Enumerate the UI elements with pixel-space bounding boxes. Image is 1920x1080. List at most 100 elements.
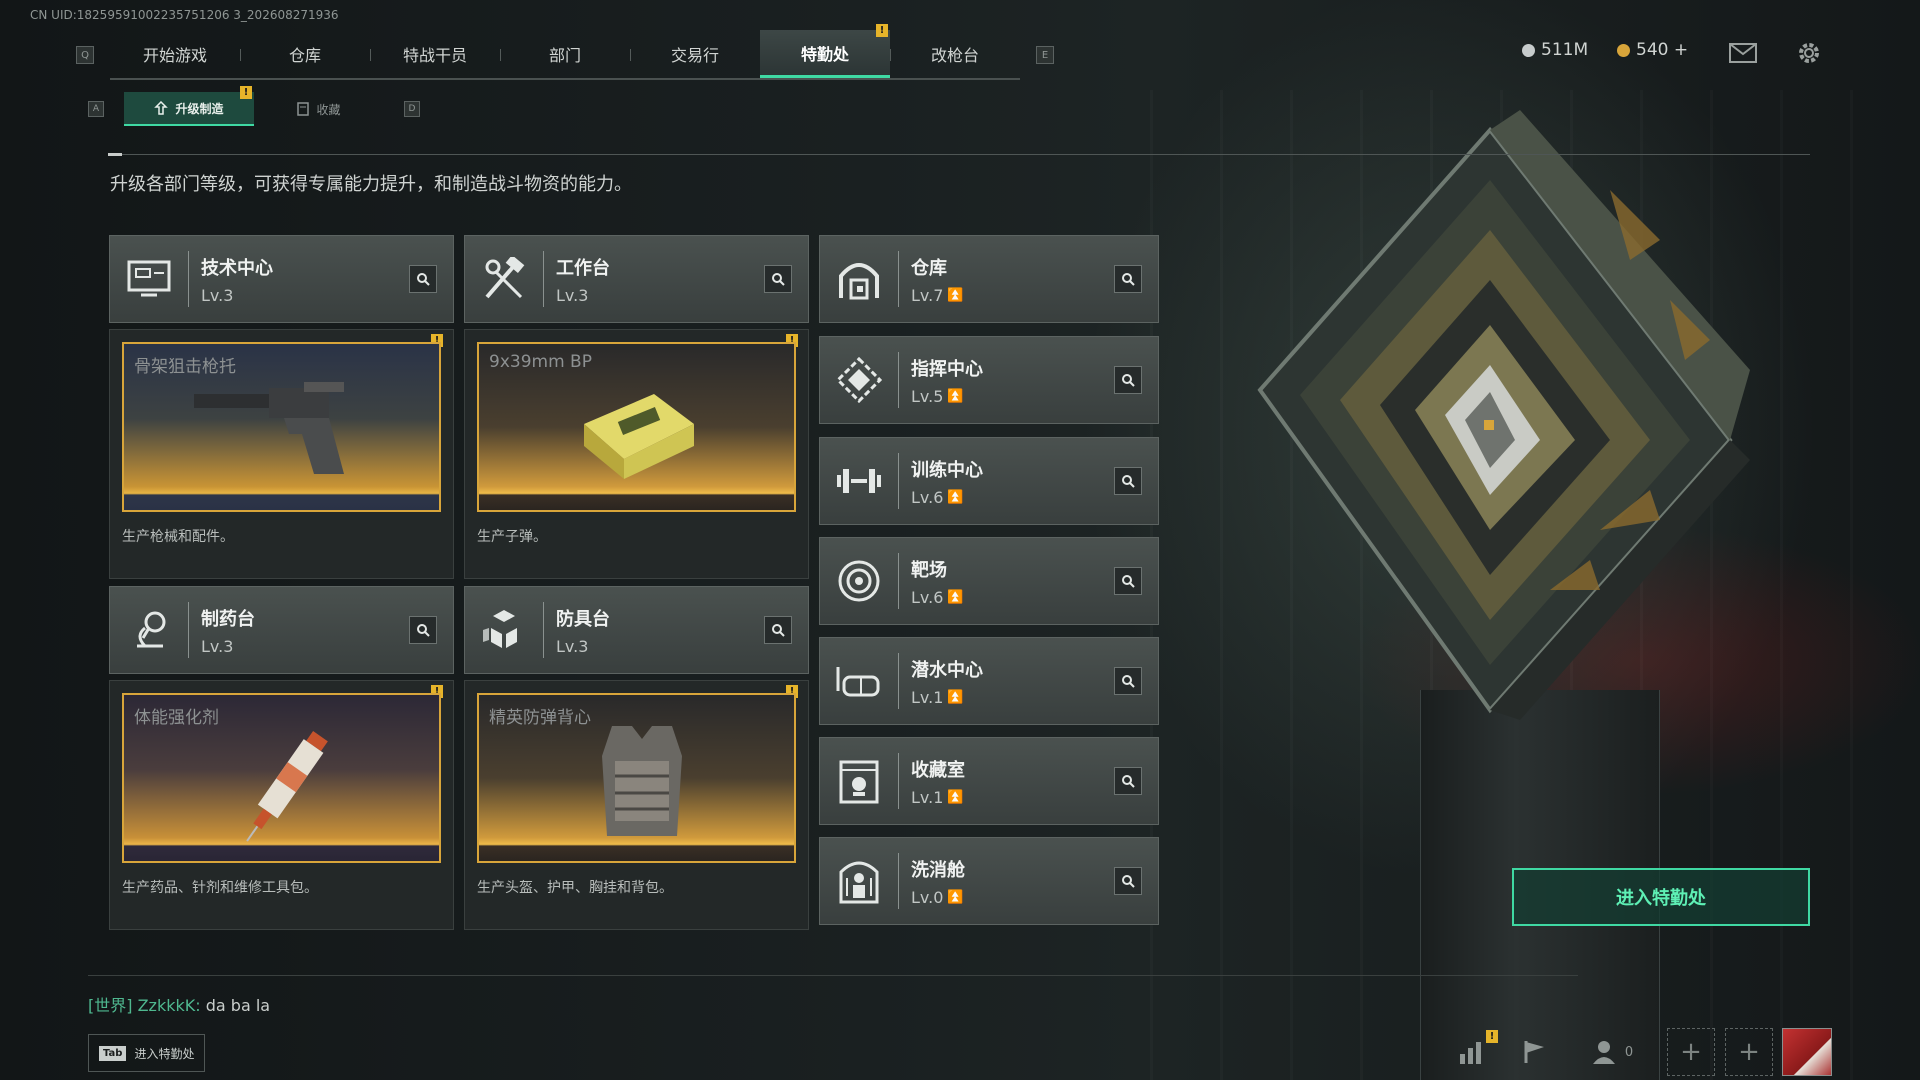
product-slot[interactable]: 精英防弹背心	[477, 693, 796, 863]
pharmacy-icon	[110, 586, 188, 674]
search-icon[interactable]	[1114, 366, 1142, 394]
facility-card-tech-center: 技术中心 Lv.3 ! 骨架狙击枪托 生产枪械和配件。	[109, 235, 454, 579]
facility-production[interactable]: ! 体能强化剂 生产药品、针剂和维修工具包。	[109, 680, 454, 930]
settings-gear-icon[interactable]	[1794, 40, 1824, 66]
upgrade-arrow-icon: ⏫	[947, 689, 964, 705]
search-icon[interactable]	[1114, 667, 1142, 695]
facility-card-command-center[interactable]: 指挥中心 Lv.5 ⏫	[819, 336, 1159, 424]
facility-card-diving-center[interactable]: 潜水中心 Lv.1 ⏫	[819, 637, 1159, 725]
facility-card-pharmacy: 制药台 Lv.3 ! 体能强化剂 生产药品、针剂和维修工具包。	[109, 586, 454, 930]
product-slot[interactable]: 骨架狙击枪托	[122, 342, 441, 512]
facility-card-decon-chamber[interactable]: 洗消舱 Lv.0 ⏫	[819, 837, 1159, 925]
facility-name: 制药台	[201, 608, 255, 630]
rifle-stock-icon	[194, 382, 344, 474]
facility-name: 靶场	[911, 559, 947, 581]
facility-name: 仓库	[911, 257, 947, 279]
facility-level: Lv.6	[911, 487, 944, 507]
search-icon[interactable]	[1114, 567, 1142, 595]
facility-name: 指挥中心	[911, 358, 983, 380]
player-avatar[interactable]	[1782, 1028, 1832, 1076]
armor-bench-icon	[465, 586, 543, 674]
subtab-upgrade-craft-label: 升级制造	[175, 101, 224, 116]
search-icon[interactable]	[1114, 867, 1142, 895]
subnav-next-key[interactable]: D	[404, 101, 420, 117]
facility-production[interactable]: ! 骨架狙击枪托 生产枪械和配件。	[109, 329, 454, 579]
facility-level: Lv.3	[556, 285, 589, 305]
search-icon[interactable]	[1114, 767, 1142, 795]
product-slot[interactable]: 9x39mm BP	[477, 342, 796, 512]
facility-name: 收藏室	[911, 759, 965, 781]
facility-level: Lv.1	[911, 687, 944, 707]
gold-currency[interactable]: 540 +	[1617, 40, 1688, 60]
player-uid: CN UID:18259591002235751206 3_2026082719…	[30, 8, 339, 22]
tab-departments[interactable]: 部门	[500, 30, 630, 78]
facility-card-workbench: 工作台 Lv.3 ! 9x39mm BP 生产子弹。	[464, 235, 809, 579]
facility-card-collection-room[interactable]: 收藏室 Lv.1 ⏫	[819, 737, 1159, 825]
tab-key: Tab	[99, 1045, 127, 1061]
subtab-upgrade-craft[interactable]: 升级制造 !	[124, 86, 254, 126]
silver-coin-icon	[1522, 43, 1535, 57]
facility-card-training-center[interactable]: 训练中心 Lv.6 ⏫	[819, 437, 1159, 525]
facility-header[interactable]: 技术中心 Lv.3	[109, 235, 454, 323]
facility-level: Lv.5	[911, 386, 944, 406]
tab-start-game[interactable]: 开始游戏	[110, 30, 240, 78]
search-icon[interactable]	[1114, 467, 1142, 495]
facility-card-warehouse[interactable]: 仓库 Lv.7 ⏫	[819, 235, 1159, 323]
divider-line	[108, 154, 1810, 155]
tab-special-ops[interactable]: 特勤处 !	[760, 24, 890, 78]
chat-line[interactable]: [世界] ZzkkkK: da ba la	[88, 992, 270, 1016]
facility-header[interactable]: 防具台 Lv.3	[464, 586, 809, 674]
add-team-slot-button[interactable]: +	[1667, 1028, 1715, 1076]
product-description: 生产头盔、护甲、胸挂和背包。	[477, 880, 673, 896]
search-icon[interactable]	[409, 616, 437, 644]
facility-name: 技术中心	[201, 257, 273, 279]
friends-icon	[1592, 1041, 1615, 1064]
facility-name: 训练中心	[911, 459, 983, 481]
search-icon[interactable]	[1114, 265, 1142, 293]
nav-prev-key[interactable]: Q	[76, 46, 94, 64]
search-icon[interactable]	[409, 265, 437, 293]
friends-button[interactable]: 0	[1588, 1030, 1638, 1074]
sub-nav: A 升级制造 ! 收藏 D	[88, 86, 420, 126]
facility-level: Lv.3	[201, 285, 234, 305]
facility-production[interactable]: ! 精英防弹背心 生产头盔、护甲、胸挂和背包。	[464, 680, 809, 930]
upgrade-arrow-icon: ⏫	[947, 589, 964, 605]
search-icon[interactable]	[764, 265, 792, 293]
subtab-collection[interactable]: 收藏	[254, 92, 384, 126]
facility-header[interactable]: 制药台 Lv.3	[109, 586, 454, 674]
tab-gunsmith[interactable]: 改枪台	[890, 30, 1020, 78]
tab-shortcut-hint[interactable]: Tab 进入特勤处	[88, 1034, 206, 1072]
shooting-range-icon	[820, 537, 898, 625]
chat-message: da ba la	[205, 996, 271, 1015]
facility-level: Lv.6	[911, 587, 944, 607]
product-slot[interactable]: 体能强化剂	[122, 693, 441, 863]
flag-icon[interactable]	[1514, 1030, 1554, 1074]
facility-header[interactable]: 工作台 Lv.3	[464, 235, 809, 323]
friends-count: 0	[1624, 1044, 1634, 1060]
chat-channel: [世界]	[88, 996, 133, 1015]
search-icon[interactable]	[764, 616, 792, 644]
main-nav: Q 开始游戏 仓库 特战干员 部门 交易行 特勤处 ! 改枪台 E	[76, 24, 1054, 80]
tab-warehouse[interactable]: 仓库	[240, 30, 370, 78]
enter-special-ops-button[interactable]: 进入特勤处	[1512, 868, 1810, 926]
tab-trade[interactable]: 交易行	[630, 30, 760, 78]
facility-level: Lv.1	[911, 787, 944, 807]
mail-icon[interactable]	[1728, 40, 1758, 66]
upgrade-arrow-icon: ⏫	[947, 287, 964, 303]
collection-icon	[297, 102, 310, 116]
facility-level: Lv.7	[911, 285, 944, 305]
tab-hint-label: 进入特勤处	[134, 1046, 195, 1061]
add-team-slot-button[interactable]: +	[1725, 1028, 1773, 1076]
product-name: 体能强化剂	[134, 708, 219, 728]
product-name: 精英防弹背心	[489, 708, 591, 728]
nav-next-key[interactable]: E	[1036, 46, 1054, 64]
tab-operators[interactable]: 特战干员	[370, 30, 500, 78]
upgrade-icon	[154, 101, 169, 115]
facility-production[interactable]: ! 9x39mm BP 生产子弹。	[464, 329, 809, 579]
stats-icon[interactable]: !	[1452, 1030, 1498, 1074]
command-center-icon	[820, 336, 898, 424]
subnav-prev-key[interactable]: A	[88, 101, 104, 117]
training-center-icon	[820, 437, 898, 525]
upgrade-arrow-icon: ⏫	[947, 489, 964, 505]
facility-card-shooting-range[interactable]: 靶场 Lv.6 ⏫	[819, 537, 1159, 625]
